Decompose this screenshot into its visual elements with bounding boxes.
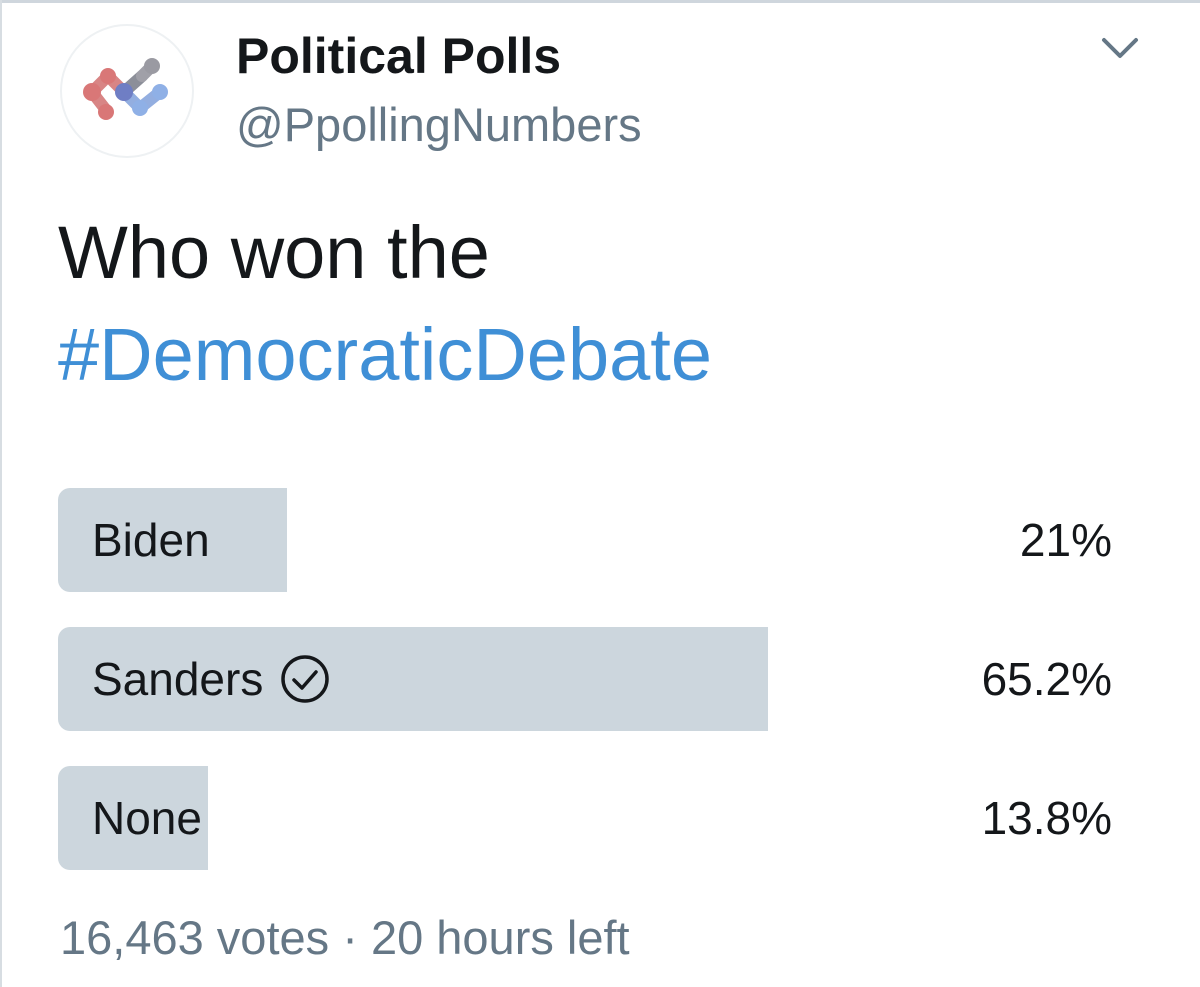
poll-footer-separator: · [342,911,358,964]
selected-check-icon [279,653,331,705]
network-nodes-logo-icon [83,58,168,120]
poll-option-text: None [92,792,202,844]
poll-option-biden[interactable]: Biden 21% [58,488,1118,592]
poll-time-left: 20 hours left [370,911,630,964]
poll-option-none[interactable]: None 13.8% [58,766,1118,870]
poll-option-label: Biden [92,488,210,592]
poll-option-text: Biden [92,514,210,566]
poll-option-sanders[interactable]: Sanders 65.2% [58,627,1118,731]
poll-option-label: None [92,766,202,870]
top-divider [0,0,1200,3]
poll-option-text: Sanders [92,653,264,705]
poll-option-label: Sanders [92,627,331,731]
author-handle[interactable]: @PpollingNumbers [236,96,642,154]
poll-option-percent: 13.8% [981,792,1112,844]
hashtag-link[interactable]: #DemocraticDebate [58,304,1158,406]
tweet-text: Who won the #DemocraticDebate [58,202,1158,406]
author-display-name[interactable]: Political Polls [236,26,561,86]
chevron-down-icon [1102,38,1138,58]
tweet-menu-button[interactable] [1098,32,1142,64]
poll-footer: 16,463 votes · 20 hours left [60,908,630,968]
author-avatar[interactable] [60,24,194,158]
poll-option-percent: 21% [1019,514,1112,566]
left-divider [0,0,2,987]
poll-option-percent: 65.2% [981,653,1112,705]
tweet-text-line: Who won the [58,211,490,294]
poll-vote-count: 16,463 votes [60,911,330,964]
